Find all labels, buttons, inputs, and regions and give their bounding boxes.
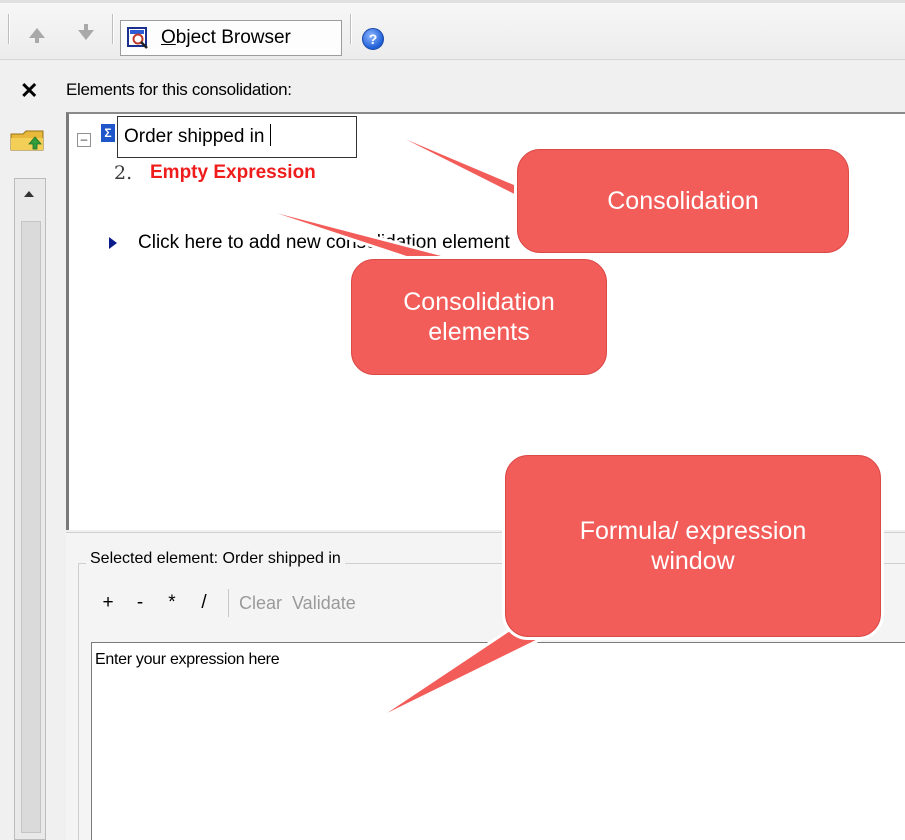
elements-callout: Consolidation elements <box>348 256 610 378</box>
close-icon[interactable]: ✕ <box>20 80 38 102</box>
elements-header: Elements for this consolidation: <box>66 80 292 99</box>
consolidation-callout-text: Consolidation <box>607 187 759 215</box>
toolbar-separator <box>8 14 10 44</box>
selected-element-label: Selected element: Order shipped in <box>86 550 345 568</box>
add-row-arrow-icon <box>109 237 117 249</box>
object-browser-button[interactable]: Object Browser <box>120 20 342 56</box>
scrollbar-thumb[interactable] <box>21 221 41 833</box>
sigma-icon: Σ <box>101 124 115 142</box>
consolidation-name-input[interactable]: Order shipped in <box>117 116 357 158</box>
empty-expression-item[interactable]: Empty Expression <box>150 162 316 184</box>
text-caret <box>270 124 272 146</box>
arrow-down-icon[interactable] <box>78 30 94 40</box>
scroll-up-icon[interactable] <box>24 191 34 197</box>
object-browser-label: Object Browser <box>161 27 291 48</box>
validate-button[interactable]: Validate <box>292 593 356 614</box>
divide-button[interactable]: / <box>188 592 220 614</box>
object-browser-icon <box>127 27 149 49</box>
arrow-up-stem <box>35 37 39 43</box>
collapse-icon[interactable]: – <box>77 133 91 147</box>
toolbar-separator <box>350 14 352 44</box>
consolidation-name-value: Order shipped in <box>124 126 265 147</box>
operator-toolbar: + - * / Clear Validate <box>92 588 366 618</box>
elements-callout-text: Consolidation elements <box>403 288 555 346</box>
formula-callout: Formula/ expression window <box>502 452 884 640</box>
clear-button[interactable]: Clear <box>239 593 282 614</box>
plus-button[interactable]: + <box>92 592 124 614</box>
left-scrollbar[interactable] <box>14 178 46 840</box>
expression-input[interactable]: Enter your expression here <box>91 642 905 840</box>
consolidation-callout: Consolidation <box>514 146 852 256</box>
multiply-button[interactable]: * <box>156 592 188 614</box>
arrow-down-stem <box>84 24 88 30</box>
toolbar-separator <box>228 589 229 617</box>
toolbar-separator <box>112 14 114 44</box>
add-element-row[interactable]: Click here to add new consolidation elem… <box>138 232 510 254</box>
minus-button[interactable]: - <box>124 592 156 614</box>
help-icon[interactable]: ? <box>362 28 384 50</box>
element-number: 2. <box>114 162 133 184</box>
formula-callout-text: Formula/ expression window <box>579 517 807 575</box>
folder-up-icon[interactable] <box>9 126 45 152</box>
